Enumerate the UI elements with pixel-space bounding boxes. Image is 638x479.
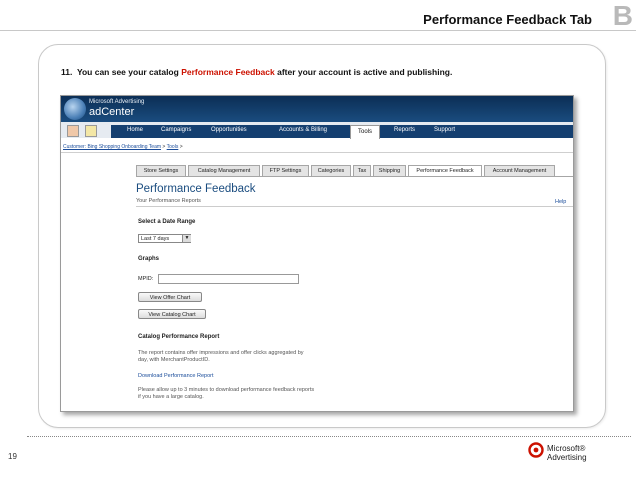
nav-reports[interactable]: Reports	[394, 127, 415, 133]
download-report-link[interactable]: Download Performance Report	[138, 373, 214, 379]
graphs-label: Graphs	[138, 256, 160, 262]
report-description-line2: day, with MerchantProductID.	[138, 357, 210, 363]
title-divider	[136, 206, 573, 207]
page-subtitle: Your Performance Reports	[136, 198, 201, 204]
tabs-baseline	[136, 176, 573, 177]
tab-ftp-settings[interactable]: FTP Settings	[262, 165, 309, 176]
adcenter-banner: Microsoft Advertising adCenter	[61, 96, 573, 122]
nav-bar: Home Campaigns Opportunities Accounts & …	[61, 122, 573, 139]
nav-campaigns[interactable]: Campaigns	[161, 127, 191, 133]
page-title: Performance Feedback	[136, 183, 256, 195]
help-link[interactable]: Help	[555, 199, 566, 205]
footer-logo-line2: Advertising	[547, 453, 587, 462]
brand-line2: adCenter	[89, 106, 135, 118]
breadcrumb-customer[interactable]: Customer: Bing Shopping Onboarding Team	[63, 144, 161, 150]
chevron-down-icon[interactable]: ▼	[182, 235, 191, 242]
nav-support[interactable]: Support	[434, 127, 455, 133]
breadcrumb-divider	[61, 152, 573, 153]
adcenter-logo-icon	[64, 98, 86, 120]
wait-note-line2: if you have a large catalog.	[138, 394, 204, 400]
date-range-label: Select a Date Range	[138, 219, 196, 225]
wait-note-line1: Please allow up to 3 minutes to download…	[138, 387, 315, 393]
home-shortcut-icon[interactable]	[67, 125, 79, 137]
instruction-number: 11.	[61, 67, 73, 77]
footer-divider	[27, 436, 631, 437]
breadcrumb: Customer: Bing Shopping Onboarding Team …	[63, 144, 183, 150]
tab-shipping[interactable]: Shipping	[373, 165, 406, 176]
title-divider	[0, 30, 636, 31]
nav-accounts-billing[interactable]: Accounts & Billing	[279, 127, 327, 133]
main-nav: Home Campaigns Opportunities Accounts & …	[111, 125, 573, 139]
mpid-label: MPID:	[138, 276, 154, 282]
mpid-input[interactable]	[158, 274, 299, 284]
tab-store-settings[interactable]: Store Settings	[136, 165, 186, 176]
instruction-text: 11. You can see your catalog Performance…	[61, 67, 452, 77]
microsoft-advertising-logo-icon	[528, 442, 544, 458]
instruction-text-after: after your account is active and publish…	[274, 67, 453, 77]
brand-line1: Microsoft Advertising	[89, 99, 145, 105]
instruction-highlight: Performance Feedback	[181, 67, 275, 77]
tab-catalog-management[interactable]: Catalog Management	[188, 165, 260, 176]
breadcrumb-tools[interactable]: Tools	[167, 144, 179, 150]
report-description-line1: The report contains offer impressions an…	[138, 350, 304, 356]
tab-account-management[interactable]: Account Management	[484, 165, 555, 176]
footer-logo-line1: Microsoft®	[547, 444, 586, 453]
page-number: 19	[8, 452, 17, 461]
nav-opportunities[interactable]: Opportunities	[211, 127, 247, 133]
nav-home[interactable]: Home	[127, 127, 143, 133]
tab-categories[interactable]: Categories	[311, 165, 351, 176]
tab-tax[interactable]: Tax	[353, 165, 371, 176]
view-offer-chart-button[interactable]: View Offer Chart	[138, 292, 202, 302]
catalog-report-label: Catalog Performance Report	[138, 334, 220, 340]
instruction-text-before: You can see your catalog	[76, 67, 182, 77]
notes-shortcut-icon[interactable]	[85, 125, 97, 137]
slide-title: Performance Feedback Tab	[423, 12, 592, 27]
breadcrumb-sep: >	[178, 144, 183, 150]
view-catalog-chart-button[interactable]: View Catalog Chart	[138, 309, 206, 319]
adcenter-screenshot: Microsoft Advertising adCenter Home Camp…	[60, 95, 574, 412]
section-letter: B	[612, 0, 633, 31]
nav-tools[interactable]: Tools	[350, 125, 380, 139]
